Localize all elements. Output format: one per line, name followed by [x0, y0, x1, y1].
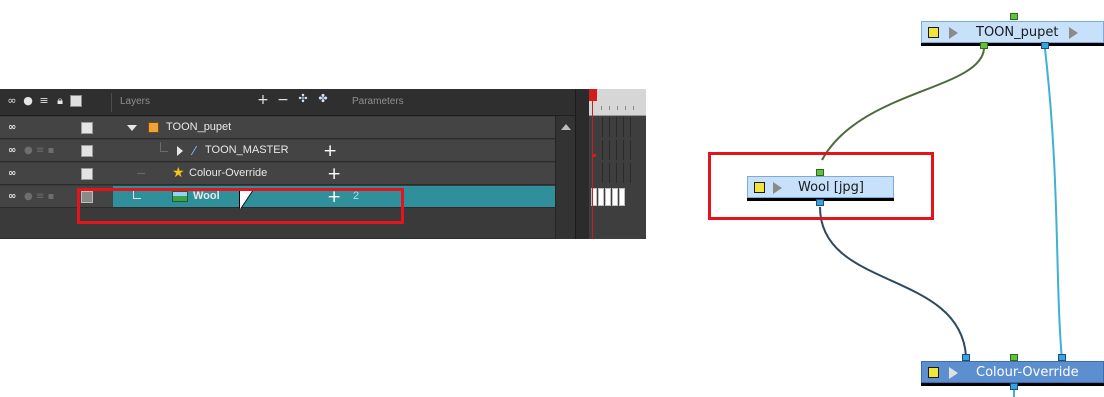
node-output-port[interactable]	[816, 199, 824, 206]
node-display-toggle-icon[interactable]	[928, 367, 939, 378]
node-colour-override[interactable]: Colour-Override	[921, 361, 1104, 383]
node-input-port[interactable]	[816, 169, 824, 176]
node-input-port[interactable]	[1010, 13, 1018, 20]
node-wires	[819, 48, 1063, 397]
node-input-port[interactable]	[962, 354, 970, 361]
node-play-arrow-icon	[949, 27, 958, 39]
node-input-port[interactable]	[1010, 354, 1018, 361]
node-shadow	[921, 43, 1104, 46]
node-play-arrow-icon	[773, 182, 782, 194]
node-toon-pupet[interactable]: TOON_pupet	[921, 21, 1104, 43]
node-play-arrow-icon	[1069, 27, 1078, 39]
node-display-toggle-icon[interactable]	[754, 182, 765, 193]
wire-toon-to-colour-override	[1044, 48, 1063, 361]
node-wool[interactable]: Wool [jpg]	[747, 176, 894, 198]
node-label: Wool [jpg]	[798, 180, 865, 195]
node-label: Colour-Override	[976, 365, 1079, 380]
node-display-toggle-icon[interactable]	[928, 27, 939, 38]
node-output-port[interactable]	[1041, 42, 1049, 49]
node-label: TOON_pupet	[976, 25, 1059, 40]
node-output-port[interactable]	[980, 42, 988, 49]
node-input-port[interactable]	[1058, 354, 1066, 361]
node-output-port[interactable]	[1010, 383, 1018, 390]
wire-wool-to-colour-override	[819, 206, 967, 357]
node-play-arrow-icon	[949, 367, 958, 379]
wire-toon-to-wool	[821, 48, 985, 161]
